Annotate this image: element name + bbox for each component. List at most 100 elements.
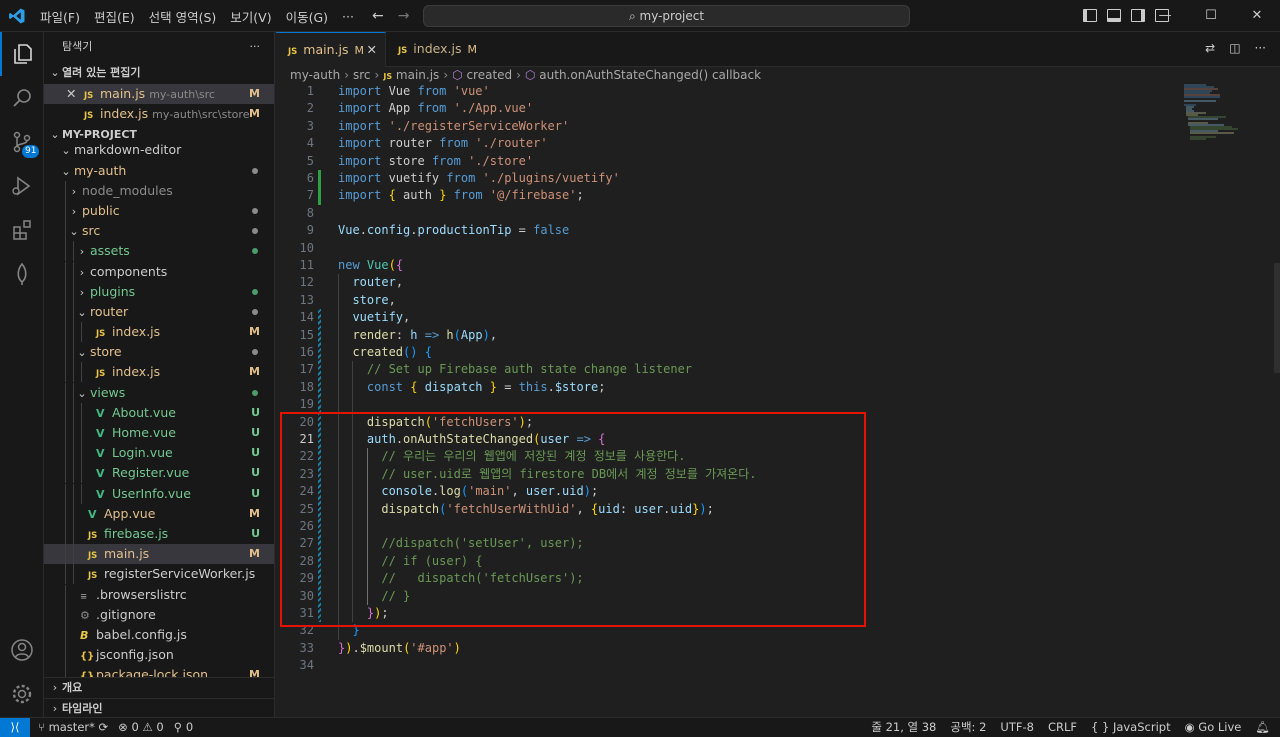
tree-file[interactable]: JS main.js M <box>44 544 274 565</box>
code-line[interactable]: import App from './App.vue' <box>338 100 533 117</box>
tree-file[interactable]: V Register.vue U <box>44 463 274 484</box>
tree-file[interactable]: V About.vue U <box>44 402 274 423</box>
tree-folder[interactable]: › assets <box>44 241 274 262</box>
menu-item[interactable]: 보기(V) <box>230 7 271 26</box>
ports-item[interactable]: ⚲ 0 <box>174 718 193 737</box>
tree-file[interactable]: JS registerServiceWorker.js <box>44 564 274 585</box>
tree-file[interactable]: ≡ .browserslistrc <box>44 584 274 605</box>
open-editor-item[interactable]: JS index.js my-auth\src\store M <box>44 104 274 124</box>
menu-item[interactable]: 선택 영역(S) <box>149 7 217 26</box>
added-lines-marker[interactable] <box>318 170 321 205</box>
forward-arrow-icon[interactable]: → <box>398 8 410 24</box>
code-line[interactable]: router, <box>338 274 403 291</box>
indentation[interactable]: 공백: 2 <box>950 718 986 737</box>
tree-file[interactable]: {} jsconfig.json <box>44 645 274 666</box>
go-live-button[interactable]: ◉ Go Live <box>1185 718 1242 737</box>
tree-folder[interactable]: › node_modules <box>44 180 274 201</box>
minimap[interactable] <box>1176 83 1266 143</box>
scrollbar[interactable] <box>1274 263 1280 373</box>
tree-file[interactable]: JS index.js M <box>44 362 274 383</box>
run-debug-icon[interactable] <box>0 164 44 208</box>
tab-index-js[interactable]: JS index.js M <box>386 32 486 67</box>
notifications-bell-icon[interactable]: 🔔︎ <box>1255 718 1270 737</box>
tree-folder[interactable]: ⌄ store <box>44 342 274 363</box>
close-editor-icon[interactable]: ✕ <box>66 84 84 104</box>
tree-file[interactable]: V Home.vue U <box>44 423 274 443</box>
tree-folder[interactable]: › components <box>44 261 274 282</box>
toggle-panel-icon[interactable] <box>1107 9 1121 22</box>
tree-file[interactable]: V UserInfo.vue U <box>44 483 274 504</box>
end-of-line[interactable]: CRLF <box>1048 718 1077 737</box>
tree-file[interactable]: V Login.vue U <box>44 443 274 464</box>
code-token: from <box>446 171 476 185</box>
close-tab-icon[interactable]: ✕ <box>367 33 377 67</box>
code-line[interactable]: import Vue from 'vue' <box>338 83 490 100</box>
more-actions-icon[interactable]: ··· <box>1255 41 1266 55</box>
menu-item[interactable]: ··· <box>342 9 354 24</box>
code-line[interactable]: const { dispatch } = this.$store; <box>338 379 606 396</box>
explorer-icon[interactable] <box>0 32 44 76</box>
search-icon[interactable] <box>0 76 44 120</box>
remote-indicator[interactable]: ⟩⟨ <box>0 718 30 737</box>
split-editor-icon[interactable]: ◫ <box>1229 41 1240 55</box>
encoding[interactable]: UTF-8 <box>1000 718 1034 737</box>
manage-gear-icon[interactable] <box>0 672 44 716</box>
tree-file[interactable]: Bbabel.config.js <box>44 624 274 645</box>
mongodb-icon[interactable] <box>0 252 44 296</box>
line-number: 5 <box>306 153 314 168</box>
open-editor-item[interactable]: ✕ JS main.js my-auth\src M <box>44 84 274 105</box>
breadcrumb-item[interactable]: auth.onAuthStateChanged() callback <box>539 68 761 82</box>
code-line[interactable]: store, <box>338 292 395 309</box>
code-line[interactable]: import './registerServiceWorker' <box>338 118 569 135</box>
code-line[interactable]: render: h => h(App), <box>338 327 497 344</box>
code-line[interactable]: import store from './store' <box>338 153 533 170</box>
open-editors-header[interactable]: ⌄ 열려 있는 편집기 <box>44 62 274 84</box>
tab-main-js[interactable]: JS main.js M ✕ <box>276 32 386 67</box>
tree-folder[interactable]: › plugins <box>44 281 274 302</box>
code-line[interactable]: import router from './router' <box>338 135 548 152</box>
language-mode[interactable]: { } JavaScript <box>1091 718 1171 737</box>
tree-folder[interactable]: ⌄ router <box>44 301 274 322</box>
code-line[interactable]: vuetify, <box>338 309 410 326</box>
outline-header[interactable]: › 개요 <box>44 678 274 698</box>
code-line[interactable]: import { auth } from '@/firebase'; <box>338 187 584 204</box>
tree-folder[interactable]: ⌄ src <box>44 221 274 242</box>
breadcrumb-item[interactable]: created <box>466 68 512 82</box>
close-window-button[interactable]: ✕ <box>1234 0 1280 32</box>
account-icon[interactable] <box>0 628 44 672</box>
extensions-icon[interactable] <box>0 208 44 252</box>
menu-item[interactable]: 이동(G) <box>286 7 328 26</box>
code-line[interactable]: import vuetify from './plugins/vuetify' <box>338 170 620 187</box>
maximize-button[interactable]: ☐ <box>1188 0 1234 32</box>
tree-folder[interactable]: › public <box>44 200 274 221</box>
timeline-header[interactable]: › 타임라인 <box>44 698 274 717</box>
breadcrumb-item[interactable]: src <box>353 68 371 82</box>
source-control-icon[interactable]: 91 <box>0 120 44 164</box>
code-line[interactable]: new Vue({ <box>338 257 403 274</box>
tree-file[interactable]: ⚙ .gitignore <box>44 604 274 625</box>
command-center-search[interactable]: ⌕ my-project <box>423 5 910 27</box>
tree-folder[interactable]: ⌄ markdown-editor <box>44 140 274 160</box>
code-line[interactable]: }).$mount('#app') <box>338 640 461 657</box>
tree-file[interactable]: JS index.js M <box>44 322 274 343</box>
back-arrow-icon[interactable]: ← <box>372 8 384 24</box>
code-line[interactable]: // Set up Firebase auth state change lis… <box>338 361 692 378</box>
code-line[interactable]: Vue.config.productionTip = false <box>338 222 569 239</box>
code-editor[interactable]: 1 import Vue from 'vue' 2 import App from '… <box>276 83 1280 717</box>
cursor-position[interactable]: 줄 21, 열 38 <box>871 718 936 737</box>
tree-file[interactable]: JS firebase.js U <box>44 523 274 544</box>
branch-item[interactable]: ⑂ master* ⟳ <box>38 718 108 737</box>
breadcrumb-item[interactable]: main.js <box>396 68 439 82</box>
menu-item[interactable]: 편집(E) <box>94 7 135 26</box>
tree-folder[interactable]: ⌄ my-auth <box>44 161 274 181</box>
code-line[interactable]: created() { <box>338 344 432 361</box>
compare-changes-icon[interactable]: ⇄ <box>1205 41 1215 55</box>
problems-item[interactable]: ⊗ 0 ⚠ 0 <box>118 718 164 737</box>
breadcrumb-item[interactable]: my-auth <box>290 68 340 82</box>
minimize-button[interactable]: — <box>1142 0 1188 32</box>
more-actions-icon[interactable]: ··· <box>250 32 261 62</box>
menu-item[interactable]: 파일(F) <box>40 7 80 26</box>
tree-folder[interactable]: ⌄ views <box>44 382 274 403</box>
tree-file[interactable]: V App.vue M <box>44 503 274 524</box>
toggle-sidebar-icon[interactable] <box>1083 9 1097 22</box>
